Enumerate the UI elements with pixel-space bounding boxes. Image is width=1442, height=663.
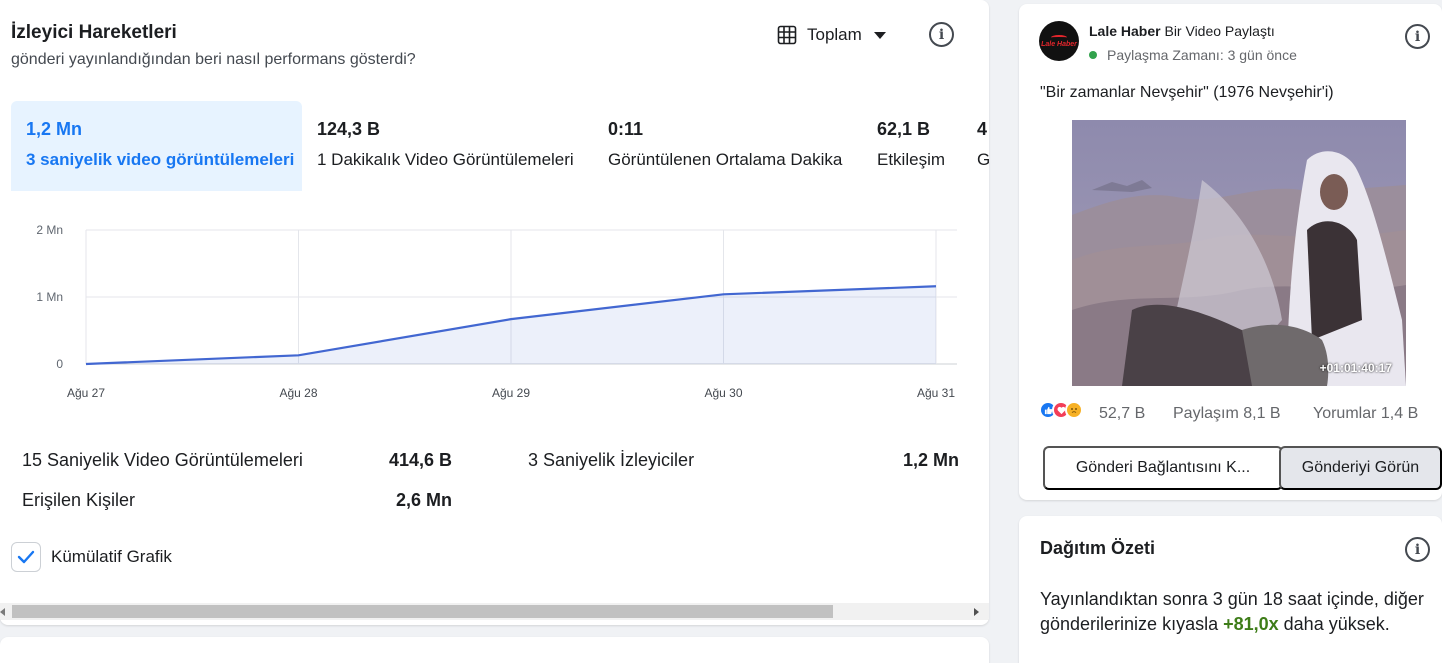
tab-engagement[interactable]: 62,1 B Etkileşim <box>877 101 945 191</box>
x-tick-label: Ağu 31 <box>917 386 955 400</box>
view-post-button[interactable]: Gönderiyi Görün <box>1279 446 1442 490</box>
distribution-text-after: daha yüksek. <box>1278 614 1390 634</box>
logo-swoosh <box>1051 34 1067 40</box>
info-icon[interactable]: i <box>1405 24 1430 49</box>
comment-count[interactable]: Yorumlar 1,4 B <box>1313 405 1418 423</box>
video-thumbnail[interactable]: +01:01:40:17 <box>1072 120 1406 386</box>
distribution-summary-card: Dağıtım Özeti i Yayınlandıktan sonra 3 g… <box>1019 516 1442 663</box>
check-icon <box>17 550 35 564</box>
post-caption: "Bir zamanlar Nevşehir" (1976 Nevşehir'i… <box>1040 84 1334 101</box>
tab-label: G <box>977 150 989 169</box>
scroll-right-arrow-icon[interactable] <box>974 608 979 616</box>
distribution-title: Dağıtım Özeti <box>1040 538 1156 558</box>
card-subtitle: gönderi yayınlandığından beri nasıl perf… <box>11 51 416 68</box>
tab-label: Görüntülenen Ortalama Dakika <box>608 150 843 169</box>
cumulative-checkbox[interactable] <box>11 542 41 572</box>
post-time: Paylaşma Zamanı: 3 gün önce <box>1089 47 1297 63</box>
scrollbar-thumb[interactable] <box>12 605 833 618</box>
x-tick-label: Ağu 29 <box>492 386 530 400</box>
tab-value: 62,1 B <box>877 119 931 139</box>
tab-label: 1 Dakikalık Video Görüntülemeleri <box>317 150 574 169</box>
post-action: Bir Video Paylaştı <box>1164 23 1275 39</box>
caret-down-icon <box>873 31 886 39</box>
copy-link-button[interactable]: Gönderi Bağlantısını K... <box>1043 446 1283 490</box>
tab-3s-views[interactable]: 1,2 Mn 3 saniyelik video görüntülemeleri <box>11 101 302 191</box>
card-title: İzleyici Hareketleri <box>11 22 177 43</box>
cumulative-label: Kümülatif Grafik <box>51 547 172 566</box>
video-timestamp: +01:01:40:17 <box>1319 361 1392 375</box>
next-card <box>0 637 989 663</box>
video-frame-image <box>1072 120 1406 386</box>
post-time-text: Paylaşma Zamanı: 3 gün önce <box>1107 47 1297 63</box>
y-tick-label: 0 <box>56 357 63 371</box>
table-icon <box>777 25 797 45</box>
x-tick-label: Ağu 30 <box>704 386 742 400</box>
x-tick-label: Ağu 27 <box>67 386 105 400</box>
stat-label: Erişilen Kişiler <box>22 490 136 510</box>
stat-label: 3 Saniyelik İzleyiciler <box>528 450 695 470</box>
x-tick-label: Ağu 28 <box>279 386 317 400</box>
sad-reaction-icon <box>1065 401 1083 419</box>
audience-activity-card: İzleyici Hareketleri gönderi yayınlandığ… <box>0 0 989 625</box>
post-preview-card: Lale Haber Lale Haber Bir Video Paylaştı… <box>1019 4 1442 500</box>
tab-value: 0:11 <box>608 119 644 139</box>
online-dot-icon <box>1089 51 1097 59</box>
view-selector-dropdown[interactable]: Toplam <box>777 22 886 48</box>
views-chart: 0 1 Mn 2 Mn Ağu 27 Ağu 28 Ağu 29 Ağu 30 Ağu 31 <box>36 223 957 400</box>
distribution-highlight: +81,0x <box>1223 614 1279 634</box>
page-avatar[interactable]: Lale Haber <box>1039 21 1079 61</box>
view-selector-label: Toplam <box>807 25 862 44</box>
distribution-text: Yayınlandıktan sonra 3 gün 18 saat içind… <box>1040 587 1430 637</box>
tab-more[interactable]: 4 G <box>977 101 989 191</box>
share-count[interactable]: Paylaşım 8,1 B <box>1173 405 1281 423</box>
stat-value: 1,2 Mn <box>902 450 959 470</box>
tab-label: Etkileşim <box>877 150 946 169</box>
y-tick-label: 2 Mn <box>36 223 63 237</box>
horizontal-scrollbar[interactable] <box>0 603 989 620</box>
logo-text: Lale Haber <box>1041 40 1077 48</box>
stat-label: 15 Saniyelik Video Görüntülemeleri <box>22 450 303 470</box>
y-tick-label: 1 Mn <box>36 290 63 304</box>
tab-1min-views[interactable]: 124,3 B 1 Dakikalık Video Görüntülemeler… <box>317 101 574 191</box>
tab-value: 4 <box>977 119 988 139</box>
tab-value: 1,2 Mn <box>26 119 83 139</box>
info-icon[interactable]: i <box>929 22 954 47</box>
post-header: Lale Haber Bir Video Paylaştı <box>1089 23 1275 39</box>
reaction-icons[interactable] <box>1039 401 1083 419</box>
stat-value: 2,6 Mn <box>395 490 452 510</box>
tab-avg-minutes[interactable]: 0:11 Görüntülenen Ortalama Dakika <box>608 101 842 191</box>
info-icon[interactable]: i <box>1405 537 1430 562</box>
tab-value: 124,3 B <box>317 119 381 139</box>
scroll-left-arrow-icon[interactable] <box>0 608 5 616</box>
metric-tabs: 1,2 Mn 3 saniyelik video görüntülemeleri… <box>11 101 989 191</box>
tab-label: 3 saniyelik video görüntülemeleri <box>26 150 295 169</box>
page-name[interactable]: Lale Haber <box>1089 23 1161 39</box>
stat-value: 414,6 B <box>388 450 452 470</box>
reaction-count[interactable]: 52,7 B <box>1099 405 1145 423</box>
